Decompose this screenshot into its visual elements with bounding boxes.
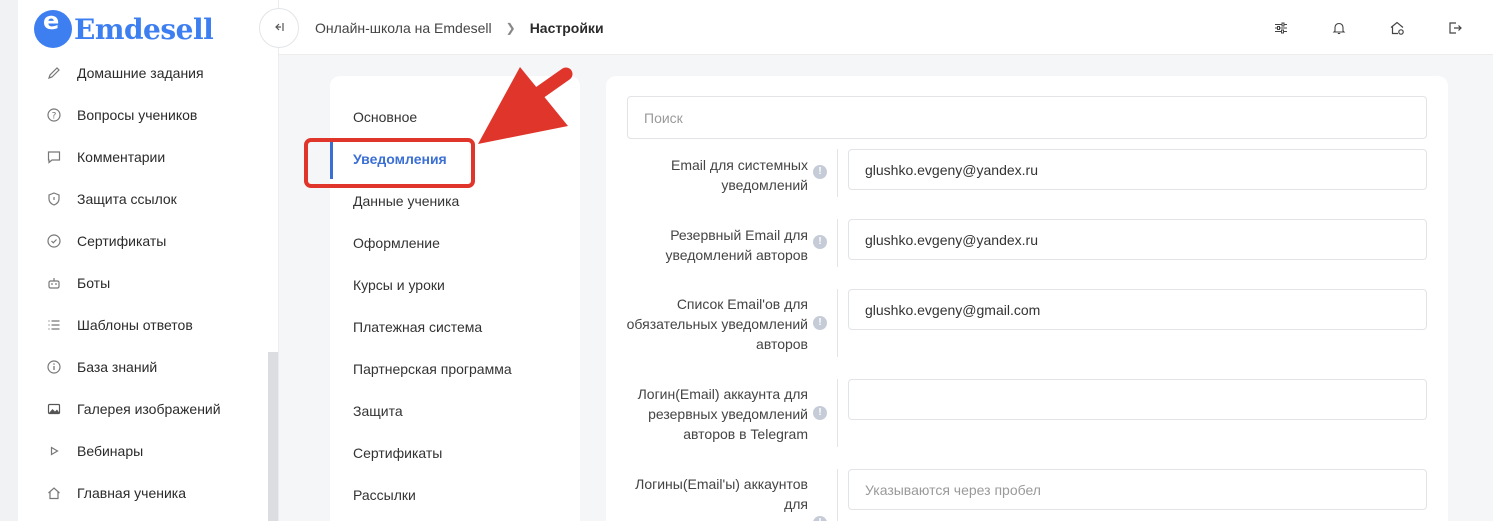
label-accounts-logins: Логины(Email'ы) аккаунтов для — [635, 476, 808, 512]
settings-tab-general[interactable]: Основное — [353, 109, 417, 125]
settings-tab-payment[interactable]: Платежная система — [353, 319, 482, 335]
sidebar-nav: Домашние задания ? Вопросы учеников Комм… — [18, 52, 268, 514]
sidebar-item-label: Сертификаты — [77, 233, 167, 249]
question-circle-icon: ? — [46, 107, 62, 123]
shield-icon — [46, 191, 62, 207]
sidebar-item-label: Защита ссылок — [77, 191, 177, 207]
settings-tab-mailings[interactable]: Рассылки — [353, 487, 416, 503]
info-icon[interactable]: ! — [813, 406, 827, 420]
home-icon — [46, 485, 62, 501]
sidebar-item-label: Вопросы учеников — [77, 107, 198, 123]
logo-mark: e — [34, 7, 72, 48]
bell-icon[interactable] — [1329, 18, 1349, 38]
list-icon — [46, 317, 62, 333]
sidebar-item-certificates[interactable]: Сертификаты — [18, 220, 268, 262]
comment-icon — [46, 149, 62, 165]
divider — [837, 379, 838, 447]
logo-text: Emdesell — [74, 12, 214, 46]
svg-text:?: ? — [52, 112, 57, 122]
breadcrumb: Онлайн-школа на Emdesell ❯ Настройки — [315, 20, 604, 36]
system-email-field[interactable] — [848, 149, 1427, 190]
sidebar-item-label: База знаний — [77, 359, 158, 375]
sidebar: e Emdesell Домашние задания ? Вопросы уч… — [0, 0, 279, 521]
sidebar-item-label: Домашние задания — [77, 65, 204, 81]
sidebar-scrollbar[interactable] — [268, 352, 278, 521]
sidebar-item-homework[interactable]: Домашние задания — [18, 52, 268, 94]
header-tools — [1233, 18, 1465, 38]
breadcrumb-school[interactable]: Онлайн-школа на Emdesell — [315, 20, 492, 36]
sidebar-item-bots[interactable]: Боты — [18, 262, 268, 304]
sidebar-item-knowledge-base[interactable]: База знаний — [18, 346, 268, 388]
settings-tab-student-data[interactable]: Данные ученика — [353, 193, 459, 209]
sidebar-item-link-protection[interactable]: Защита ссылок — [18, 178, 268, 220]
robot-icon — [46, 275, 62, 291]
divider — [837, 469, 838, 521]
collapse-sidebar-button[interactable] — [259, 8, 299, 48]
telegram-login-field[interactable] — [848, 379, 1427, 420]
sidebar-item-label: Вебинары — [77, 443, 144, 459]
label-required-emails: Список Email'ов для обязательных уведомл… — [626, 296, 808, 352]
sliders-icon[interactable] — [1271, 18, 1291, 38]
annotation-arrow-icon — [478, 67, 573, 144]
sidebar-item-label: Шаблоны ответов — [77, 317, 193, 333]
sidebar-item-label: Галерея изображений — [77, 401, 221, 417]
backup-email-field[interactable] — [848, 219, 1427, 260]
search-input[interactable] — [627, 96, 1427, 139]
settings-tab-design[interactable]: Оформление — [353, 235, 440, 251]
sidebar-item-label: Боты — [77, 275, 111, 291]
collapse-sidebar-icon — [273, 21, 285, 36]
logo-letter: e — [43, 7, 60, 35]
play-icon — [46, 443, 62, 459]
info-icon[interactable]: ! — [813, 235, 827, 249]
required-emails-field[interactable] — [848, 289, 1427, 330]
divider — [837, 289, 838, 357]
annotation-highlight-box — [304, 138, 475, 188]
logo[interactable]: e Emdesell — [34, 7, 214, 48]
divider — [837, 149, 838, 197]
top-header: Онлайн-школа на Emdesell ❯ Настройки — [259, 0, 1493, 55]
notifications-form: Email для системных уведомлений ! Резерв… — [606, 76, 1448, 521]
label-telegram-login: Логин(Email) аккаунта для резервных увед… — [637, 386, 808, 442]
sidebar-item-label: Главная ученика — [77, 485, 187, 501]
accounts-logins-field[interactable] — [848, 469, 1427, 510]
sidebar-item-questions[interactable]: ? Вопросы учеников — [18, 94, 268, 136]
home-settings-icon[interactable] — [1387, 18, 1407, 38]
breadcrumb-settings: Настройки — [529, 20, 604, 36]
info-circle-icon — [46, 359, 62, 375]
pencil-icon — [46, 65, 62, 81]
sidebar-item-student-home[interactable]: Главная ученика — [18, 472, 268, 514]
sidebar-item-webinars[interactable]: Вебинары — [18, 430, 268, 472]
divider — [837, 219, 838, 267]
label-backup-email: Резервный Email для уведомлений авторов — [665, 227, 808, 263]
info-icon[interactable]: ! — [813, 165, 827, 179]
sidebar-item-answer-templates[interactable]: Шаблоны ответов — [18, 304, 268, 346]
sidebar-item-image-gallery[interactable]: Галерея изображений — [18, 388, 268, 430]
label-system-email: Email для системных уведомлений — [671, 157, 808, 193]
settings-tab-protection[interactable]: Защита — [353, 403, 403, 419]
sidebar-edge — [0, 0, 18, 521]
sidebar-item-label: Комментарии — [77, 149, 166, 165]
image-icon — [46, 401, 62, 417]
logout-icon[interactable] — [1445, 18, 1465, 38]
check-circle-icon — [46, 233, 62, 249]
settings-tab-affiliate[interactable]: Партнерская программа — [353, 361, 512, 377]
sidebar-item-comments[interactable]: Комментарии — [18, 136, 268, 178]
info-icon[interactable]: ! — [813, 316, 827, 330]
chevron-right-icon: ❯ — [505, 21, 516, 35]
settings-tab-courses[interactable]: Курсы и уроки — [353, 277, 445, 293]
settings-tab-certificates[interactable]: Сертификаты — [353, 445, 442, 461]
info-icon[interactable]: ! — [813, 516, 827, 521]
